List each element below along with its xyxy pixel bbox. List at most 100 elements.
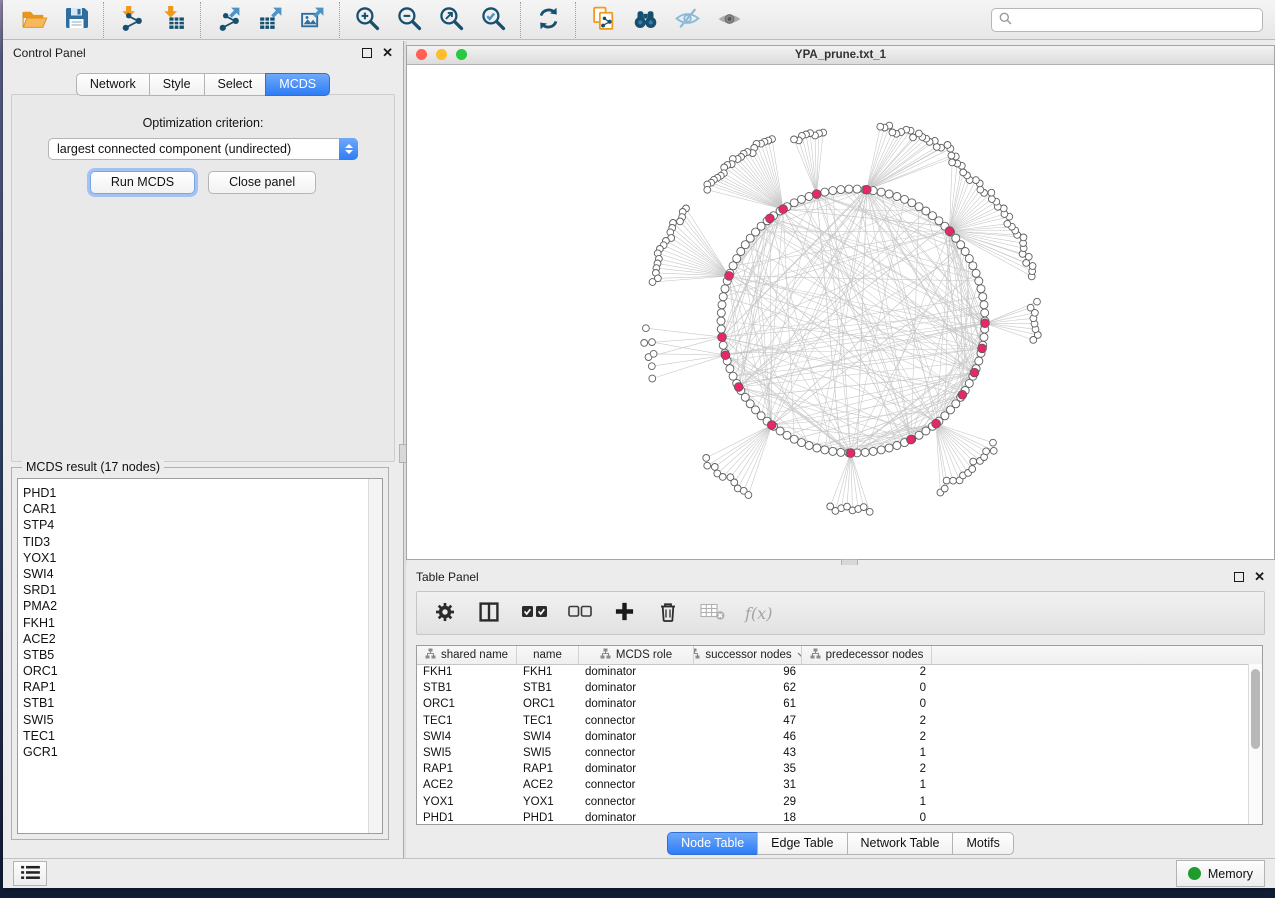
hide-selected-button[interactable] bbox=[670, 4, 704, 36]
table-row[interactable]: RAP1RAP1dominator352 bbox=[417, 761, 1249, 777]
tab-network-table[interactable]: Network Table bbox=[847, 832, 954, 855]
column-header-shared-name[interactable]: shared name bbox=[417, 646, 517, 664]
zoom-out-button[interactable] bbox=[392, 4, 426, 36]
result-item[interactable]: SWI5 bbox=[18, 712, 368, 728]
zoom-in-button[interactable] bbox=[350, 4, 384, 36]
result-list-scrollbar[interactable] bbox=[368, 479, 382, 833]
table-scrollbar-thumb[interactable] bbox=[1251, 669, 1260, 749]
export-network-button[interactable] bbox=[211, 4, 245, 36]
table-cell[interactable]: ACE2 bbox=[517, 779, 579, 791]
table-cell[interactable]: dominator bbox=[579, 666, 694, 678]
table-row[interactable]: SWI5SWI5connector431 bbox=[417, 745, 1249, 761]
maximize-window-icon[interactable] bbox=[456, 49, 467, 60]
result-item[interactable]: ACE2 bbox=[18, 631, 368, 647]
tab-mcds[interactable]: MCDS bbox=[265, 73, 330, 96]
table-row[interactable]: YOX1YOX1connector291 bbox=[417, 794, 1249, 810]
table-cell[interactable]: 0 bbox=[802, 698, 932, 710]
zoom-fit-button[interactable] bbox=[434, 4, 468, 36]
table-cell[interactable]: FKH1 bbox=[417, 666, 517, 678]
select-all-button[interactable] bbox=[521, 600, 548, 626]
table-cell[interactable]: SWI5 bbox=[417, 747, 517, 759]
open-session-button[interactable] bbox=[17, 4, 51, 36]
table-cell[interactable]: 47 bbox=[694, 715, 802, 727]
table-cell[interactable]: RAP1 bbox=[517, 763, 579, 775]
table-cell[interactable]: connector bbox=[579, 715, 694, 727]
zoom-selected-button[interactable] bbox=[476, 4, 510, 36]
table-cell[interactable]: dominator bbox=[579, 812, 694, 824]
table-cell[interactable]: PHD1 bbox=[517, 812, 579, 824]
float-table-panel-icon[interactable] bbox=[1234, 572, 1244, 582]
column-header-MCDS-role[interactable]: MCDS role bbox=[579, 646, 694, 664]
table-cell[interactable]: SWI4 bbox=[517, 731, 579, 743]
table-cell[interactable]: STB1 bbox=[417, 682, 517, 694]
minimize-window-icon[interactable] bbox=[436, 49, 447, 60]
export-table-button[interactable] bbox=[253, 4, 287, 36]
table-cell[interactable]: 0 bbox=[802, 812, 932, 824]
import-network-button[interactable] bbox=[114, 4, 148, 36]
table-cell[interactable]: 46 bbox=[694, 731, 802, 743]
result-item[interactable]: PHD1 bbox=[18, 485, 368, 501]
tab-edge-table[interactable]: Edge Table bbox=[757, 832, 847, 855]
table-cell[interactable]: RAP1 bbox=[417, 763, 517, 775]
result-item[interactable]: FKH1 bbox=[18, 615, 368, 631]
table-row[interactable]: FKH1FKH1dominator962 bbox=[417, 664, 1249, 680]
column-header-successor-nodes[interactable]: successor nodes bbox=[694, 646, 802, 664]
result-item[interactable]: TEC1 bbox=[18, 728, 368, 744]
result-item[interactable]: YOX1 bbox=[18, 550, 368, 566]
table-cell[interactable]: 35 bbox=[694, 763, 802, 775]
table-row[interactable]: SWI4SWI4dominator462 bbox=[417, 729, 1249, 745]
add-row-button[interactable] bbox=[612, 600, 636, 626]
table-cell[interactable]: SWI4 bbox=[417, 731, 517, 743]
close-window-icon[interactable] bbox=[416, 49, 427, 60]
copy-network-button[interactable] bbox=[586, 4, 620, 36]
result-item[interactable]: RAP1 bbox=[18, 679, 368, 695]
result-item[interactable]: PMA2 bbox=[18, 598, 368, 614]
ring-nodes[interactable] bbox=[717, 185, 989, 457]
table-cell[interactable]: 96 bbox=[694, 666, 802, 678]
table-cell[interactable]: ACE2 bbox=[417, 779, 517, 791]
run-mcds-button[interactable]: Run MCDS bbox=[90, 171, 195, 194]
table-cell[interactable]: dominator bbox=[579, 682, 694, 694]
tab-network[interactable]: Network bbox=[76, 73, 150, 96]
first-neighbors-button[interactable] bbox=[628, 4, 662, 36]
table-cell[interactable]: 2 bbox=[802, 715, 932, 727]
table-cell[interactable]: YOX1 bbox=[517, 796, 579, 808]
result-item[interactable]: STB1 bbox=[18, 695, 368, 711]
table-row[interactable]: ACE2ACE2connector311 bbox=[417, 777, 1249, 793]
memory-button[interactable]: Memory bbox=[1176, 860, 1265, 887]
table-row[interactable]: ORC1ORC1dominator610 bbox=[417, 696, 1249, 712]
tab-select[interactable]: Select bbox=[204, 73, 267, 96]
column-selector-button[interactable] bbox=[477, 600, 501, 626]
close-table-panel-icon[interactable]: ✕ bbox=[1254, 572, 1265, 582]
result-item[interactable]: STB5 bbox=[18, 647, 368, 663]
table-cell[interactable]: ORC1 bbox=[417, 698, 517, 710]
table-cell[interactable]: 0 bbox=[802, 682, 932, 694]
table-cell[interactable]: 29 bbox=[694, 796, 802, 808]
result-item[interactable]: TID3 bbox=[18, 534, 368, 550]
result-item[interactable]: STP4 bbox=[18, 517, 368, 533]
save-session-button[interactable] bbox=[59, 4, 93, 36]
table-cell[interactable]: connector bbox=[579, 747, 694, 759]
table-cell[interactable]: 61 bbox=[694, 698, 802, 710]
table-cell[interactable]: 2 bbox=[802, 763, 932, 775]
table-cell[interactable]: TEC1 bbox=[517, 715, 579, 727]
table-scrollbar[interactable] bbox=[1248, 664, 1262, 824]
search-input[interactable] bbox=[1017, 12, 1255, 28]
result-item[interactable]: SRD1 bbox=[18, 582, 368, 598]
search-box[interactable] bbox=[991, 8, 1263, 32]
table-row[interactable]: TEC1TEC1connector472 bbox=[417, 713, 1249, 729]
result-item[interactable]: GCR1 bbox=[18, 744, 368, 760]
float-panel-icon[interactable] bbox=[362, 48, 372, 58]
table-cell[interactable]: FKH1 bbox=[517, 666, 579, 678]
table-cell[interactable]: STB1 bbox=[517, 682, 579, 694]
table-cell[interactable]: 1 bbox=[802, 796, 932, 808]
table-cell[interactable]: ORC1 bbox=[517, 698, 579, 710]
close-panel-button[interactable]: Close panel bbox=[208, 171, 316, 194]
table-cell[interactable]: 2 bbox=[802, 731, 932, 743]
table-cell[interactable]: 31 bbox=[694, 779, 802, 791]
table-cell[interactable]: 1 bbox=[802, 747, 932, 759]
deselect-all-button[interactable] bbox=[568, 600, 592, 626]
column-header-predecessor-nodes[interactable]: predecessor nodes bbox=[802, 646, 932, 664]
table-cell[interactable]: 62 bbox=[694, 682, 802, 694]
table-cell[interactable]: dominator bbox=[579, 731, 694, 743]
